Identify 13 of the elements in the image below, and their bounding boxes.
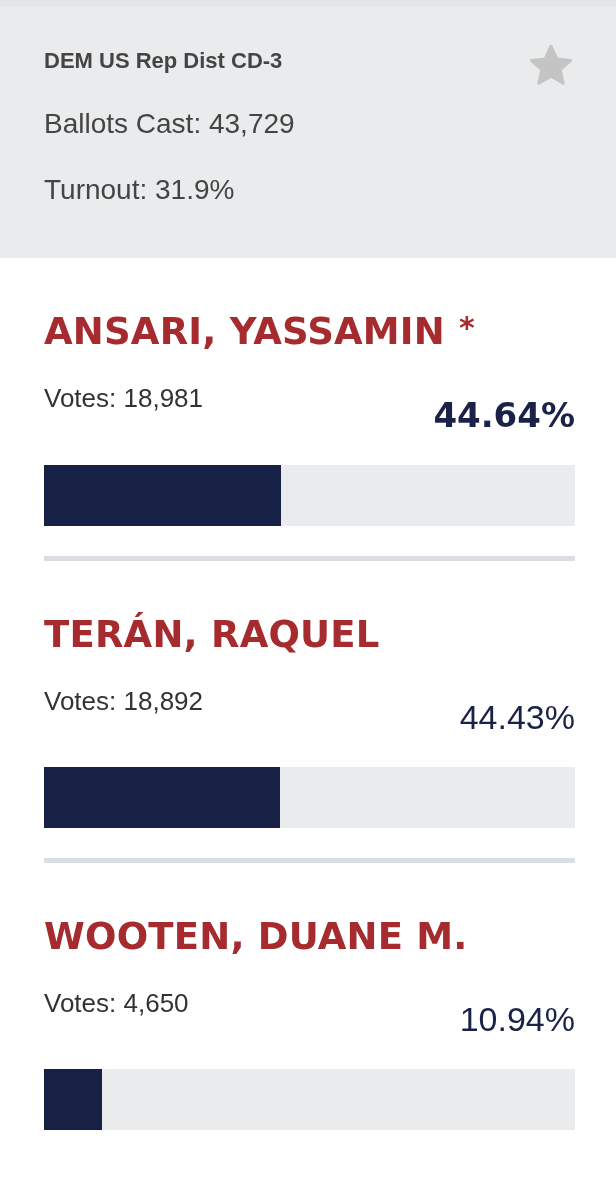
vote-count: Votes: 4,650	[44, 988, 189, 1019]
candidate-name: TERÁN, RAQUEL	[44, 613, 380, 656]
vote-percent: 44.43%	[459, 698, 575, 737]
ballots-cast-text: Ballots Cast: 43,729	[44, 108, 296, 140]
candidate-name: WOOTEN, DUANE M.	[44, 915, 468, 958]
race-title: DEM US Rep Dist CD-3	[44, 48, 283, 74]
turnout-text: Turnout: 31.9%	[44, 174, 236, 206]
candidate-name: ANSARI, YASSAMIN	[44, 310, 445, 353]
vote-count: Votes: 18,892	[44, 686, 204, 717]
vote-count: Votes: 18,981	[44, 383, 204, 414]
vote-percent: 44.64%	[433, 395, 575, 435]
vote-percent: 10.94%	[459, 1000, 575, 1039]
incumbent-mark: *	[459, 310, 475, 345]
